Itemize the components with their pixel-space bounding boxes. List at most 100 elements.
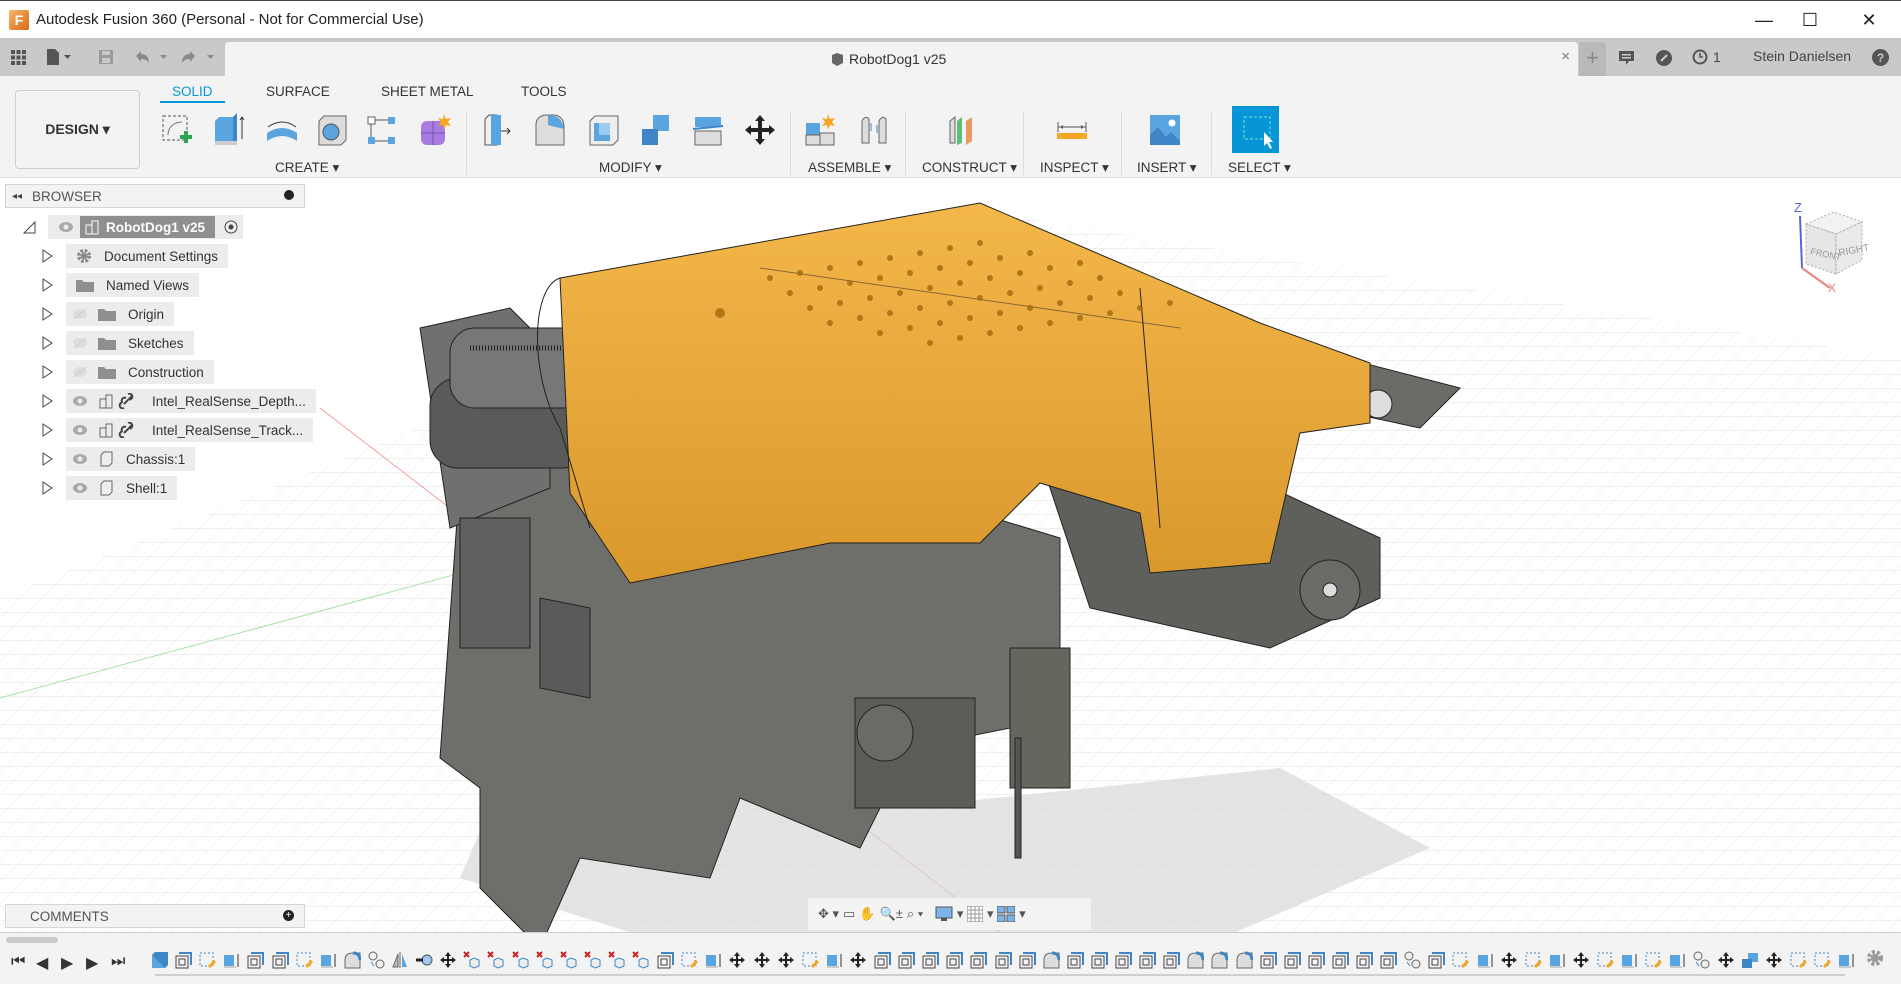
visibility-eye-icon[interactable] [72,482,88,494]
timeline-feature-offset[interactable] [1355,951,1373,969]
select-menu[interactable]: SELECT ▾ [1228,160,1291,176]
timeline-feature-sketch[interactable] [680,951,699,969]
job-status-button[interactable]: 1 [1692,49,1721,65]
shell-icon[interactable] [584,110,624,150]
timeline-feature-offset[interactable] [969,951,988,969]
timeline-feature-extrude[interactable] [1548,951,1566,969]
timeline-feature-extrude[interactable] [319,951,337,969]
save-icon[interactable] [99,46,113,68]
offset-plane-icon[interactable] [944,110,984,150]
timeline-feature-offset[interactable] [873,951,891,969]
timeline-feature-fillet[interactable] [343,951,362,969]
timeline-feature-sketch[interactable] [198,951,217,969]
timeline-first-button[interactable]: ⏮ [11,953,25,971]
timeline-feature-box[interactable] [150,951,168,969]
revolve-icon[interactable] [262,110,302,150]
timeline-feature-extrude[interactable] [1476,951,1494,969]
comments-panel[interactable]: COMMENTS + [5,904,305,928]
extensions-icon[interactable] [1656,50,1672,69]
create-menu[interactable]: CREATE ▾ [275,160,339,176]
expand-triangle-icon[interactable] [40,481,54,495]
timeline-feature-x[interactable] [584,951,602,969]
timeline-feature-offset[interactable] [945,951,964,969]
browser-item[interactable]: Chassis:1 [40,447,196,471]
timeline-feature-offset[interactable] [271,951,289,969]
visibility-off-icon[interactable] [72,337,88,349]
timeline-feature-move[interactable] [1717,951,1735,969]
help-icon[interactable]: ? [1872,49,1889,69]
tab-tools[interactable]: TOOLS [521,84,567,99]
timeline-feature-move[interactable] [728,951,746,969]
timeline-feature-x[interactable] [608,951,626,969]
measure-icon[interactable] [1052,110,1092,150]
zoom-icon[interactable]: 🔍± [880,906,903,922]
browser-header[interactable]: ◂◂ BROWSER [5,184,305,208]
press-pull-icon[interactable] [478,110,518,150]
timeline-feature-joint[interactable] [1403,951,1421,969]
tab-solid[interactable]: SOLID [160,84,225,103]
new-component-icon[interactable] [801,110,841,150]
joint-icon[interactable] [854,110,894,150]
timeline-next-button[interactable]: ▶ [86,953,98,973]
timeline-feature-sketch[interactable] [1451,951,1470,969]
timeline-feature-extrude[interactable] [1620,951,1638,969]
grid-apps-icon[interactable] [11,46,26,68]
timeline-feature-fillet[interactable] [1186,951,1205,969]
timeline-feature-offset[interactable] [1307,951,1325,969]
timeline-feature-offset[interactable] [246,951,265,969]
expand-triangle-icon[interactable] [40,365,54,379]
split-body-icon[interactable] [688,110,728,150]
timeline-settings-gear-icon[interactable] [1865,948,1885,973]
browser-item[interactable]: Origin [40,302,175,326]
timeline-feature-x[interactable] [463,951,481,969]
timeline-feature-x[interactable] [511,951,530,969]
timeline-feature-offset[interactable] [1018,951,1036,969]
timeline-feature-sketch[interactable] [1789,951,1807,969]
expanded-triangle-icon[interactable] [22,220,36,234]
assemble-menu[interactable]: ASSEMBLE ▾ [808,160,891,176]
insert-menu[interactable]: INSERT ▾ [1137,160,1197,176]
timeline-feature-sketch[interactable] [1644,951,1663,969]
inspect-menu[interactable]: INSPECT ▾ [1040,160,1109,176]
timeline-feature-move[interactable] [753,951,771,969]
timeline-feature-point[interactable] [415,951,433,969]
timeline-feature-extrude[interactable] [704,951,722,969]
timeline-scrollbar[interactable] [6,937,58,943]
timeline-feature-extrude[interactable] [825,951,843,969]
timeline-feature-offset[interactable] [1379,951,1398,969]
insert-canvas-icon[interactable] [1145,110,1185,150]
timeline-feature-fillet[interactable] [1235,951,1253,969]
timeline-feature-move[interactable] [1572,951,1590,969]
hole-icon[interactable] [312,110,352,150]
activate-radio-icon[interactable] [223,219,239,235]
timeline-feature-fillet[interactable] [1042,951,1061,969]
new-tab-button[interactable]: + [1579,42,1606,76]
timeline-feature-offset[interactable] [1162,951,1181,969]
timeline-feature-x[interactable] [632,951,650,969]
timeline-feature-move[interactable] [777,951,795,969]
move-copy-icon[interactable] [740,110,780,150]
timeline-feature-offset[interactable] [174,951,193,969]
create-sketch-icon[interactable] [157,110,197,150]
browser-item[interactable]: Intel_RealSense_Track... [40,418,314,442]
close-button[interactable]: ✕ [1840,1,1898,39]
timeline-feature-offset[interactable] [994,951,1012,969]
model-scene[interactable] [0,178,1901,932]
undo-button[interactable] [134,46,168,68]
timeline-feature-offset[interactable] [1138,951,1157,969]
view-cube[interactable]: Z X FRONT RIGHT [1790,196,1890,296]
browser-item[interactable]: Shell:1 [40,476,178,500]
timeline-feature-fillet[interactable] [1210,951,1229,969]
canvas-viewport[interactable]: Z X FRONT RIGHT [0,178,1901,932]
tab-sheet-metal[interactable]: SHEET METAL [381,84,474,99]
timeline-feature-x[interactable] [535,951,554,969]
add-comment-icon[interactable]: + [283,910,294,921]
browser-item[interactable]: Document Settings [40,244,229,268]
create-form-icon[interactable] [414,110,454,150]
timeline-feature-joint[interactable] [367,951,385,969]
visibility-off-icon[interactable] [72,308,88,320]
maximize-button[interactable]: ☐ [1781,1,1839,39]
timeline-feature-offset[interactable] [1066,951,1084,969]
expand-triangle-icon[interactable] [40,307,54,321]
expand-triangle-icon[interactable] [40,336,54,350]
